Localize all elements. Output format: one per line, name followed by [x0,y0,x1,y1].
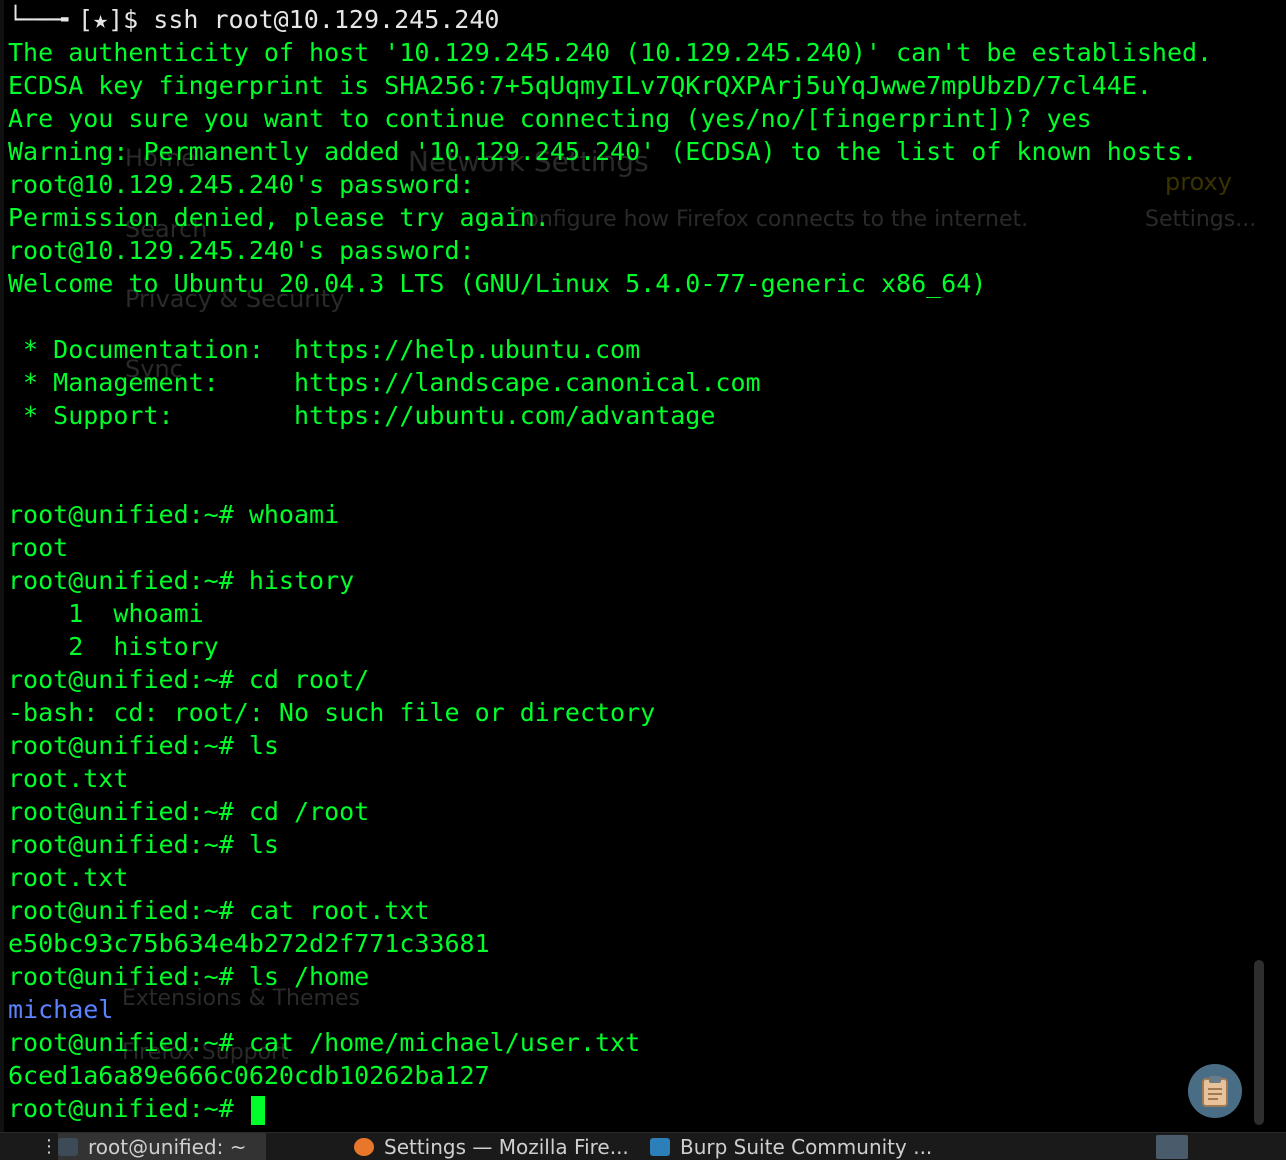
terminal-line: └──╼ [★]$ ssh root@10.129.245.240 [8,3,1212,36]
terminal-line: root@unified:~# cd root/ [8,665,370,694]
text-cursor[interactable] [250,1095,265,1125]
window-left-edge [0,0,4,1132]
terminal-line: Are you sure you want to continue connec… [8,104,1092,133]
terminal-line: root@unified:~# cat root.txt [8,896,430,925]
taskbar-item-firefox[interactable]: Settings — Mozilla Fire... [354,1133,629,1160]
firefox-icon [354,1137,374,1156]
prompt-star: [★] [78,5,124,34]
taskbar-item-terminal[interactable]: root@unified: ~ [58,1133,267,1160]
terminal-line: root@unified:~# [8,1092,1212,1125]
directory-name: michael [8,995,114,1024]
terminal-line: * Management: https://landscape.canonica… [8,368,761,397]
terminal-icon [58,1137,78,1156]
burp-icon [650,1137,670,1156]
terminal-line: Welcome to Ubuntu 20.04.3 LTS (GNU/Linux… [8,269,987,298]
menu-dots-icon: ⋮ [40,1136,58,1157]
prompt-corner: └──╼ [8,5,84,34]
terminal-line: root@10.129.245.240's password: [8,236,475,265]
terminal-line: michael [8,993,1212,1026]
terminal-line: 6ced1a6a89e666c0620cdb10262ba127 [8,1061,490,1090]
taskbar: ⋮ root@unified: ~ Settings — Mozilla Fir… [0,1132,1286,1160]
terminal-line: ECDSA key fingerprint is SHA256:7+5qUqmy… [8,71,1152,100]
terminal-line: root.txt [8,863,129,892]
clipboard-icon [1202,1076,1228,1107]
ssh-command: ssh root@10.129.245.240 [153,5,500,34]
terminal-line: * Support: https://ubuntu.com/advantage [8,401,716,430]
terminal-line: 1 whoami [8,599,204,628]
terminal-line: root.txt [8,764,129,793]
taskbar-item-label: root@unified: ~ [88,1134,247,1159]
terminal-line: root@10.129.245.240's password: [8,170,475,199]
taskbar-menu-handle[interactable]: ⋮ [40,1133,58,1160]
terminal-line: root@unified:~# ls [8,830,279,859]
terminal-line: root@unified:~# whoami [8,500,340,529]
terminal-line: -bash: cd: root/: No such file or direct… [8,698,656,727]
terminal-line: root@unified:~# cd /root [8,797,370,826]
terminal-line: root [8,533,69,562]
terminal-line: * Documentation: https://help.ubuntu.com [8,335,641,364]
shell-prompt: root@unified:~# [8,1094,249,1123]
taskbar-item-burp[interactable]: Burp Suite Community ... [650,1133,932,1160]
prompt-dollar: $ [123,5,154,34]
terminal-line: The authenticity of host '10.129.245.240… [8,38,1213,67]
taskbar-item-label: Burp Suite Community ... [680,1134,933,1159]
terminal-line: Permission denied, please try again. [8,203,550,232]
terminal-line: root@unified:~# ls /home [8,962,370,991]
terminal-line: 2 history [8,632,219,661]
tray-terminal-icon[interactable] [1156,1135,1188,1159]
terminal-output: └──╼ [★]$ ssh root@10.129.245.240 The aut… [8,3,1212,1125]
terminal-line: root@unified:~# history [8,566,355,595]
terminal-line: Warning: Permanently added '10.129.245.2… [8,137,1198,166]
terminal-line: root@unified:~# cat /home/michael/user.t… [8,1028,641,1057]
terminal-scrollbar[interactable] [1254,960,1264,1125]
clipboard-button[interactable] [1188,1064,1242,1118]
taskbar-item-label: Settings — Mozilla Fire... [384,1134,629,1159]
terminal-line: root@unified:~# ls [8,731,279,760]
terminal-line: e50bc93c75b634e4b272d2f771c33681 [8,929,490,958]
terminal-window[interactable]: └──╼ [★]$ ssh root@10.129.245.240 The aut… [6,0,1268,1132]
